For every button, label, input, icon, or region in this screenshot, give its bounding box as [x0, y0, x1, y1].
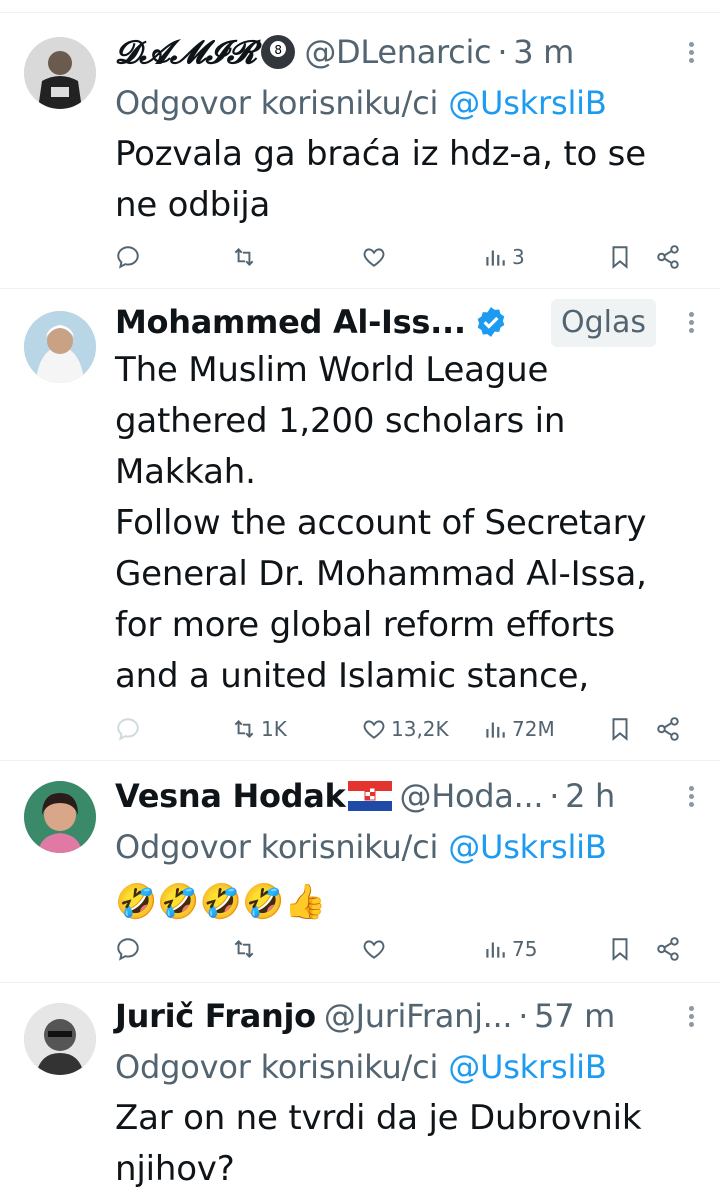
reply-context: Odgovor korisniku/ci @UskrsliB — [115, 1041, 698, 1093]
avatar[interactable] — [24, 781, 96, 853]
tweet-2-promoted[interactable]: Mohammed Al-Iss... The Muslim World Leag… — [0, 288, 720, 761]
like-button[interactable] — [361, 936, 387, 962]
reply-icon — [117, 246, 139, 269]
like-button[interactable]: 13,2K — [361, 716, 449, 742]
avatar[interactable] — [24, 37, 96, 109]
reply-button[interactable] — [115, 936, 141, 962]
timestamp[interactable]: 2 h — [565, 777, 615, 815]
views-button[interactable]: 75 — [482, 936, 537, 962]
bookmark-button[interactable] — [607, 936, 633, 962]
tweet-line: Makkah. — [115, 452, 256, 492]
tweet-line: ne odbija — [115, 185, 271, 225]
tweet-line: and a united Islamic stance, — [115, 656, 589, 696]
tweet-line: for more global reform efforts — [115, 605, 615, 645]
reply-icon — [117, 938, 139, 961]
author-name[interactable]: Jurič Franjo — [115, 997, 316, 1035]
author-handle[interactable]: @Hoda... — [400, 777, 544, 815]
reply-prefix: Odgovor korisniku/ci — [115, 84, 439, 122]
heart-icon — [363, 940, 385, 959]
author-handle[interactable]: @DLenarcic — [304, 33, 491, 71]
bookmark-icon — [612, 718, 628, 741]
retweet-icon — [234, 720, 254, 738]
tweet-text: Pozvala ga braća iz hdz-a, to se ne odbi… — [115, 129, 698, 231]
tweet-4[interactable]: Jurič Franjo @JuriFranj... · 57 m Odgovo… — [0, 982, 720, 1198]
share-icon — [657, 245, 679, 269]
more-options-icon[interactable] — [686, 783, 696, 813]
retweet-icon — [234, 940, 254, 958]
like-count: 13,2K — [391, 717, 449, 741]
author-name[interactable]: Vesna Hodak — [115, 777, 346, 815]
author-handle[interactable]: @JuriFranj... — [324, 997, 512, 1035]
tweet-text: Zar on ne tvrdi da je Dubrovnik njihov? — [115, 1093, 698, 1195]
views-bar-icon — [486, 722, 505, 738]
tweet-3[interactable]: Vesna Hodak @Hoda... · 2 h Odgovor koris… — [0, 760, 720, 983]
timestamp[interactable]: 57 m — [534, 997, 615, 1035]
views-bar-icon — [486, 942, 505, 958]
bookmark-icon — [612, 938, 628, 961]
share-button[interactable] — [655, 936, 681, 962]
views-button[interactable]: 72M — [482, 716, 555, 742]
separator-dot: · — [518, 997, 529, 1035]
tweet-line: Follow the account of Secretary — [115, 503, 647, 543]
author-name[interactable]: 𝓓𝓐𝓜𝓘𝓡 — [115, 33, 257, 72]
retweet-button[interactable] — [231, 936, 257, 962]
tweet-text: The Muslim World League gathered 1,200 s… — [115, 345, 698, 702]
author-name[interactable]: Mohammed Al-Iss... — [115, 303, 466, 341]
retweet-icon — [234, 248, 254, 266]
tweet-line: General Dr. Mohammad Al-Issa, — [115, 554, 647, 594]
reply-mention[interactable]: @UskrsliB — [448, 1048, 607, 1086]
views-count: 3 — [512, 245, 525, 269]
more-options-icon[interactable] — [686, 309, 696, 339]
ad-badge: Oglas — [550, 299, 656, 347]
like-button[interactable] — [361, 244, 387, 270]
tweet-emoji-text: 🤣🤣🤣🤣👍 — [115, 882, 327, 922]
reply-context: Odgovor korisniku/ci @UskrsliB — [115, 821, 698, 873]
share-icon — [657, 717, 679, 741]
reply-button[interactable] — [115, 244, 141, 270]
more-options-icon[interactable] — [686, 1003, 696, 1033]
reply-prefix: Odgovor korisniku/ci — [115, 828, 439, 866]
avatar[interactable] — [24, 311, 96, 383]
tweet-line: njihov? — [115, 1149, 235, 1189]
retweet-button[interactable] — [231, 244, 257, 270]
share-icon — [657, 937, 679, 961]
share-button[interactable] — [655, 716, 681, 742]
more-options-icon[interactable] — [686, 39, 696, 69]
pool-8-ball-icon: 8 — [261, 35, 296, 69]
views-bar-icon — [486, 250, 505, 266]
separator-dot: · — [497, 33, 508, 71]
croatia-flag-icon — [347, 781, 392, 811]
reply-mention[interactable]: @UskrsliB — [448, 84, 607, 122]
tweet-line: gathered 1,200 scholars in — [115, 401, 566, 441]
reply-button[interactable] — [115, 716, 141, 742]
svg-text:8: 8 — [275, 43, 282, 57]
tweet-line: Pozvala ga braća iz hdz-a, to se — [115, 134, 646, 174]
timestamp[interactable]: 3 m — [513, 33, 574, 71]
avatar[interactable] — [24, 1003, 96, 1075]
reply-icon — [117, 718, 139, 741]
bookmark-button[interactable] — [607, 244, 633, 270]
tweet-line: Zar on ne tvrdi da je Dubrovnik — [115, 1098, 642, 1138]
tweet-1[interactable]: 𝓓𝓐𝓜𝓘𝓡 8 @DLenarcic · 3 m Odgovor korisni… — [0, 12, 720, 289]
views-count: 75 — [512, 937, 538, 961]
bookmark-button[interactable] — [607, 716, 633, 742]
heart-icon — [363, 248, 385, 267]
reply-prefix: Odgovor korisniku/ci — [115, 1048, 439, 1086]
bookmark-icon — [612, 246, 628, 269]
views-count: 72M — [512, 717, 555, 741]
reply-context: Odgovor korisniku/ci @UskrsliB — [115, 77, 698, 129]
reply-mention[interactable]: @UskrsliB — [448, 828, 607, 866]
views-button[interactable]: 3 — [482, 244, 525, 270]
retweet-button[interactable]: 1K — [231, 716, 287, 742]
tweet-line: The Muslim World League — [115, 350, 549, 390]
separator-dot: · — [549, 777, 560, 815]
verified-badge-icon — [477, 307, 505, 337]
heart-icon — [363, 720, 385, 739]
retweet-count: 1K — [261, 717, 287, 741]
share-button[interactable] — [655, 244, 681, 270]
